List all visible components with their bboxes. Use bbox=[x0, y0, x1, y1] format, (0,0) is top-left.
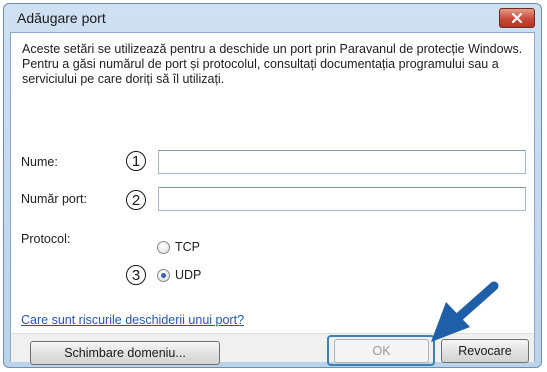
pointer-arrow-icon bbox=[431, 281, 499, 342]
